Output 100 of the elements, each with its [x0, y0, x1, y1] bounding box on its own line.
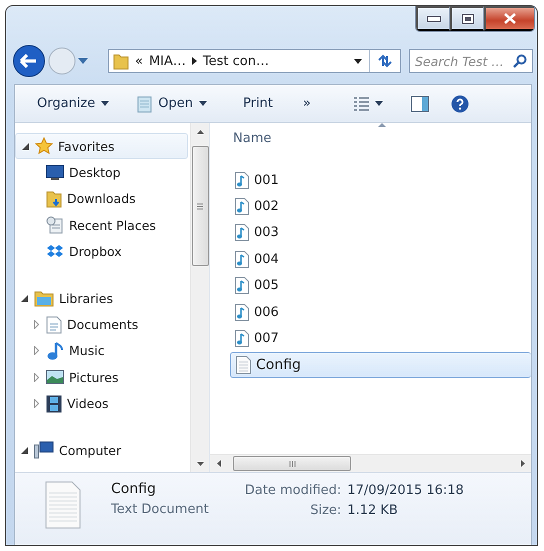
audio-file-icon: [235, 198, 249, 216]
maximize-button[interactable]: [450, 6, 484, 31]
chevron-icon[interactable]: [192, 57, 197, 65]
open-menu[interactable]: Open: [131, 90, 213, 116]
file-name: 001: [254, 172, 279, 188]
file-item[interactable]: 007: [230, 325, 531, 352]
tree-item[interactable]: Computer: [15, 436, 190, 464]
tree-label: Documents: [67, 317, 138, 332]
expanded-arrow-icon[interactable]: [22, 142, 28, 150]
caret-icon: [101, 101, 110, 106]
expanded-arrow-icon[interactable]: [20, 446, 28, 454]
file-item[interactable]: 004: [230, 246, 531, 273]
overflow-chevron[interactable]: «: [135, 54, 143, 68]
notepad-icon: [137, 94, 152, 112]
audio-file-icon: [235, 224, 249, 242]
collapsed-arrow-icon[interactable]: [34, 372, 38, 382]
list-view-icon: [352, 96, 369, 110]
tree-label: Downloads: [67, 191, 136, 206]
search-field[interactable]: Search Test …: [409, 49, 533, 73]
audio-file-icon: [235, 277, 249, 294]
scroll-left-icon[interactable]: [216, 460, 220, 467]
file-item[interactable]: 003: [230, 220, 531, 246]
pane-icon: [410, 96, 429, 112]
tree-item[interactable]: Music: [15, 338, 190, 364]
refresh-icon[interactable]: [377, 54, 393, 68]
file-name: Config: [111, 481, 157, 497]
tree-item[interactable]: Documents: [15, 311, 190, 338]
address-bar[interactable]: « MIA… Test con…: [108, 49, 401, 73]
file-name: 002: [254, 199, 279, 214]
clock-document-icon: [46, 216, 64, 234]
tree-label: Videos: [67, 396, 109, 412]
more-button[interactable]: »: [296, 92, 317, 115]
folder-icon: [46, 190, 62, 208]
back-button[interactable]: [12, 44, 46, 78]
tree-label: Music: [69, 343, 105, 358]
folder-icon: [113, 52, 129, 70]
print-button[interactable]: Print: [236, 92, 279, 115]
breadcrumb[interactable]: MIA…: [148, 54, 186, 68]
property-label: Date modified:: [244, 483, 342, 498]
tree-item[interactable]: Videos: [15, 390, 190, 417]
tree-label: Pictures: [69, 370, 118, 385]
sort-arrow-icon[interactable]: [378, 123, 386, 127]
computer-icon: [34, 441, 54, 460]
dropbox-icon: [46, 244, 64, 260]
collapsed-arrow-icon[interactable]: [34, 320, 38, 330]
file-name: 007: [254, 331, 279, 346]
file-item[interactable]: 001: [230, 167, 531, 194]
tree-label: Dropbox: [69, 244, 122, 260]
scroll-thumb[interactable]: [233, 456, 351, 471]
caret-icon[interactable]: [354, 58, 362, 64]
film-icon: [46, 394, 62, 413]
file-name: 003: [254, 225, 279, 240]
document-icon: [46, 316, 62, 334]
property-value: 1.12 KB: [347, 503, 399, 518]
audio-file-icon: [235, 172, 249, 189]
breadcrumb[interactable]: Test con…: [202, 54, 269, 68]
tree-label: Recent Places: [69, 218, 156, 233]
minimize-icon: [426, 16, 440, 22]
file-item[interactable]: Config: [230, 352, 531, 378]
music-note-icon: [46, 340, 64, 361]
property-value: 17/09/2015 16:18: [347, 483, 464, 498]
tree-item[interactable]: Dropbox: [15, 238, 190, 265]
scroll-thumb[interactable]: [192, 146, 208, 266]
collapsed-arrow-icon[interactable]: [34, 399, 38, 408]
file-item[interactable]: 002: [230, 193, 531, 220]
organize-menu[interactable]: Organize: [31, 92, 116, 115]
scrollbar[interactable]: [210, 454, 531, 472]
file-name: 005: [254, 278, 279, 294]
tree-item[interactable]: Pictures: [15, 364, 190, 391]
library-icon: [34, 289, 54, 308]
tree-item[interactable]: Favorites: [15, 133, 188, 160]
scrollbar[interactable]: [190, 123, 209, 472]
image-icon: [46, 369, 64, 386]
tree-item[interactable]: Recent Places: [15, 212, 190, 239]
expanded-arrow-icon[interactable]: [20, 294, 28, 302]
maximize-icon: [462, 14, 474, 24]
file-type: Text Document: [111, 502, 209, 517]
star-icon: [35, 137, 53, 156]
collapsed-arrow-icon[interactable]: [34, 346, 38, 356]
column-header[interactable]: Name: [230, 131, 531, 146]
file-item[interactable]: 005: [230, 272, 531, 299]
scroll-up-icon[interactable]: [196, 130, 204, 134]
audio-file-icon: [235, 250, 249, 268]
audio-file-icon: [235, 330, 249, 348]
file-item[interactable]: 006: [230, 298, 531, 326]
file-name: Config: [256, 356, 301, 373]
file-name: 006: [254, 304, 279, 320]
scroll-right-icon[interactable]: [520, 460, 524, 467]
text-file-icon: [45, 481, 81, 529]
close-button[interactable]: [484, 6, 534, 31]
file-name: 004: [254, 252, 279, 267]
text-file-icon: [236, 356, 251, 374]
tree-label: Libraries: [59, 290, 113, 306]
tree-item[interactable]: Downloads: [15, 186, 190, 212]
tree-item[interactable]: Desktop: [15, 159, 190, 186]
scroll-down-icon[interactable]: [196, 462, 204, 466]
close-icon: [504, 13, 516, 24]
minimize-button[interactable]: [416, 6, 450, 31]
tree-label: Computer: [59, 442, 122, 458]
tree-item[interactable]: Libraries: [15, 284, 190, 312]
